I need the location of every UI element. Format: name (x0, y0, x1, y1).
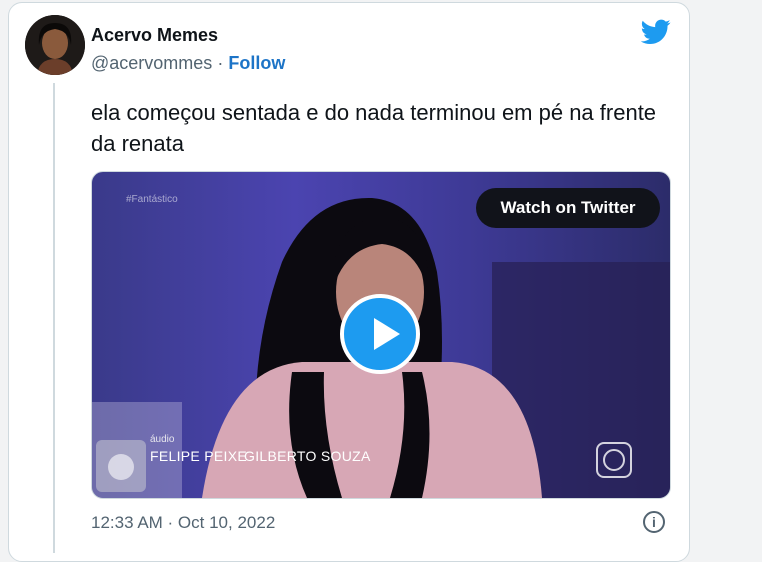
tweet-text: ela começou sentada e do nada terminou e… (91, 100, 657, 156)
handle-separator: · (217, 53, 224, 73)
video-player[interactable]: #Fantástico Watch on Twitter áudio FELIP… (91, 171, 671, 499)
badge-circle-icon (108, 454, 134, 480)
video-watermark: #Fantástico (126, 194, 178, 205)
author-name[interactable]: Acervo Memes (91, 25, 218, 46)
play-button[interactable] (340, 294, 420, 374)
author-handle[interactable]: @acervommes (91, 53, 212, 73)
twitter-bird-icon[interactable] (641, 19, 671, 45)
audio-label: áudio (150, 434, 175, 445)
author-handle-row: @acervommes · Follow (91, 53, 285, 74)
tweet-card: Acervo Memes @acervommes · Follow ela co… (8, 2, 690, 562)
play-icon (374, 318, 400, 350)
globo-ring-icon (603, 449, 625, 471)
globo-logo-icon (596, 442, 632, 478)
follow-button[interactable]: Follow (228, 53, 285, 73)
watch-on-twitter-button[interactable]: Watch on Twitter (476, 188, 660, 228)
info-icon[interactable]: i (643, 511, 665, 533)
avatar-image (25, 15, 85, 75)
avatar[interactable] (25, 15, 85, 75)
broadcast-badge (96, 440, 146, 492)
tweet-timestamp[interactable]: 12:33 AM · Oct 10, 2022 (91, 513, 275, 533)
credit-felipe: FELIPE PEIXE (150, 448, 247, 464)
thread-line (53, 83, 55, 553)
credit-gilberto: GILBERTO SOUZA (244, 448, 371, 464)
